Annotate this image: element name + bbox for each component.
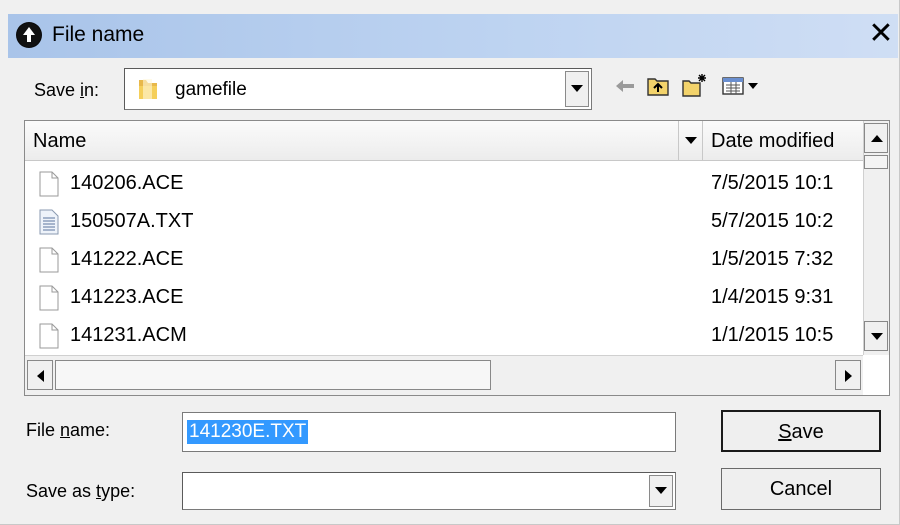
text-document-icon — [39, 209, 59, 235]
file-list[interactable]: Name Date modified 140206.ACE 7/5/2015 1… — [24, 120, 890, 396]
view-menu-icon[interactable] — [720, 72, 766, 100]
app-icon — [16, 22, 42, 48]
file-date: 5/7/2015 10:2 — [711, 210, 834, 232]
save-in-value: gamefile — [175, 79, 247, 100]
save-as-type-label: Save as type: — [26, 481, 136, 501]
scroll-down-button[interactable] — [864, 321, 888, 351]
chevron-down-icon — [571, 85, 583, 92]
file-row[interactable]: 140206.ACE 7/5/2015 10:1 — [25, 165, 865, 203]
save-in-dropdown-button[interactable] — [565, 71, 589, 107]
chevron-down-icon — [655, 487, 667, 494]
blank-document-icon — [39, 323, 59, 349]
chevron-right-icon — [845, 370, 852, 382]
close-button[interactable]: ✕ — [864, 18, 898, 52]
back-arrow-icon[interactable] — [612, 72, 640, 100]
chevron-down-icon — [685, 137, 697, 144]
file-date: 1/5/2015 7:32 — [711, 248, 834, 270]
column-header-name[interactable]: Name — [25, 121, 679, 161]
file-name-label: File name: — [26, 420, 111, 440]
up-folder-icon[interactable] — [644, 72, 672, 100]
save-in-dropdown[interactable]: gamefile — [124, 68, 592, 110]
file-name: 141231.ACM — [70, 324, 187, 346]
file-date: 1/4/2015 9:31 — [711, 286, 834, 308]
cancel-button[interactable]: Cancel — [721, 468, 881, 510]
save-in-label: Save in: — [34, 80, 100, 100]
close-icon: ✕ — [868, 16, 894, 51]
file-date: 7/5/2015 10:1 — [711, 172, 834, 194]
new-folder-icon[interactable] — [680, 72, 708, 100]
file-name-input[interactable]: 141230E.TXT — [182, 412, 676, 452]
file-date: 1/1/2015 10:5 — [711, 324, 834, 346]
save-button[interactable]: Save — [721, 410, 881, 452]
file-row[interactable]: 141223.ACE 1/4/2015 9:31 — [25, 279, 865, 317]
scroll-up-button[interactable] — [864, 123, 888, 153]
title-bar[interactable]: File name ✕ — [8, 14, 898, 58]
column-header-date-modified[interactable]: Date modified — [703, 121, 863, 161]
file-name: 141222.ACE — [70, 248, 184, 270]
file-row[interactable]: 150507A.TXT 5/7/2015 10:2 — [25, 203, 865, 241]
chevron-left-icon — [37, 370, 44, 382]
save-as-type-dropdown-button[interactable] — [649, 475, 673, 507]
column-sort-dropdown[interactable] — [679, 121, 703, 161]
file-row[interactable]: 141222.ACE 1/5/2015 7:32 — [25, 241, 865, 279]
file-name: 140206.ACE — [70, 172, 184, 194]
window-title: File name — [52, 23, 145, 46]
vertical-scroll-thumb[interactable] — [864, 155, 888, 169]
file-name: 150507A.TXT — [70, 210, 194, 232]
vertical-scrollbar[interactable] — [863, 121, 889, 355]
scroll-right-button[interactable] — [835, 360, 861, 390]
blank-document-icon — [39, 171, 59, 197]
file-row[interactable]: 141231.ACM 1/1/2015 10:5 — [25, 317, 865, 355]
blank-document-icon — [39, 247, 59, 273]
file-name-selected-text: 141230E.TXT — [187, 420, 309, 444]
chevron-down-icon — [871, 333, 883, 340]
chevron-up-icon — [871, 135, 883, 142]
horizontal-scrollbar[interactable] — [25, 355, 863, 395]
blank-document-icon — [39, 285, 59, 311]
save-as-type-dropdown[interactable] — [182, 472, 676, 510]
scroll-left-button[interactable] — [27, 360, 53, 390]
save-file-dialog: File name ✕ Save in: gamefile Name Date … — [0, 0, 900, 525]
file-name: 141223.ACE — [70, 286, 184, 308]
horizontal-scroll-thumb[interactable] — [55, 360, 491, 390]
folder-icon — [137, 77, 159, 101]
